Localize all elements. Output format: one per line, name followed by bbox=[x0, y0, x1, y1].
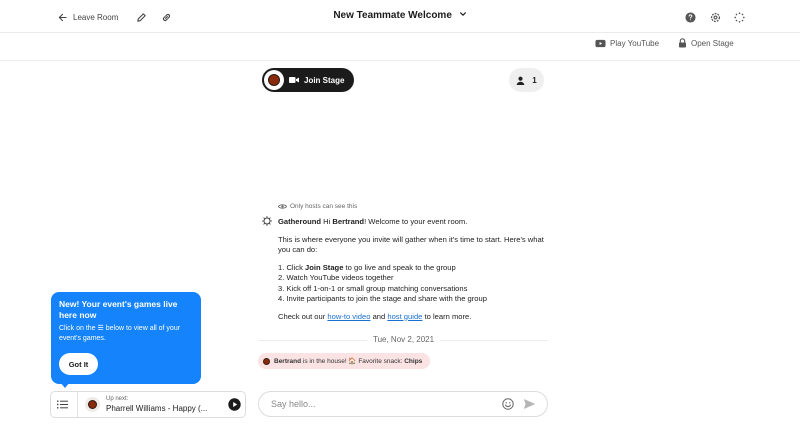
up-next-label: Up next: bbox=[106, 396, 129, 402]
avatar bbox=[264, 70, 284, 90]
send-icon[interactable] bbox=[523, 398, 536, 410]
list-item: 1. Click Join Stage to go live and speak… bbox=[278, 263, 550, 274]
room-title: New Teammate Welcome bbox=[333, 10, 452, 22]
up-next-song: Pharrell Williams - Happy (... bbox=[106, 404, 208, 413]
hosts-only-note: Only hosts can see this bbox=[278, 203, 357, 210]
list-icon[interactable] bbox=[57, 400, 68, 409]
tooltip-title: New! Your event's games live here now bbox=[59, 299, 178, 320]
list-item-bold: Join Stage bbox=[305, 262, 344, 272]
participants-button[interactable]: 1 bbox=[509, 68, 544, 92]
list-item: 3. Kick off 1-on-1 or small group matchi… bbox=[278, 283, 468, 293]
spinner-icon bbox=[733, 11, 745, 23]
welcome-message: Gatheround Hi Bertrand! Welcome to your … bbox=[278, 217, 550, 329]
host-guide-link[interactable]: host guide bbox=[387, 312, 422, 321]
loading-indicator bbox=[732, 10, 746, 24]
tooltip-body: Click on the ☰ below to view all of your… bbox=[59, 325, 181, 342]
open-stage-label: Open Stage bbox=[691, 38, 734, 48]
track-thumbnail bbox=[85, 397, 100, 412]
room-controls-bar: Play YouTube Open Stage bbox=[0, 33, 800, 61]
how-to-video-link[interactable]: how-to video bbox=[327, 312, 370, 321]
participant-count: 1 bbox=[532, 75, 537, 85]
play-icon[interactable] bbox=[228, 398, 241, 411]
lock-icon bbox=[679, 38, 686, 48]
list-item-text: 1. Click bbox=[278, 262, 306, 272]
greeting-name: Bertrand bbox=[332, 217, 365, 226]
list-item: 2. Watch YouTube videos together bbox=[278, 273, 394, 282]
person-icon bbox=[516, 76, 525, 85]
youtube-icon bbox=[595, 39, 606, 47]
got-it-button[interactable]: Got It bbox=[59, 353, 98, 375]
arrival-snack: Chips bbox=[404, 358, 423, 365]
eye-icon bbox=[278, 204, 287, 209]
avatar bbox=[263, 357, 270, 365]
play-youtube-label: Play YouTube bbox=[610, 38, 660, 48]
greeting-text-end: ! Welcome to your event room. bbox=[364, 217, 468, 226]
play-youtube-button[interactable]: Play YouTube bbox=[595, 36, 659, 50]
room-title-dropdown[interactable]: New Teammate Welcome bbox=[0, 10, 800, 21]
outro-post: to learn more. bbox=[422, 311, 472, 321]
feature-list: 1. Click Join Stage to go live and speak… bbox=[278, 263, 550, 305]
gatheround-logo-icon bbox=[262, 216, 272, 226]
gear-icon bbox=[710, 12, 720, 22]
divider bbox=[77, 392, 78, 417]
date-label: Tue, Nov 2, 2021 bbox=[367, 335, 441, 344]
arrival-text: Bertrand is in the house! 🏠 Favorite sna… bbox=[274, 357, 422, 365]
question-icon bbox=[684, 11, 696, 23]
hosts-note-text: Only hosts can see this bbox=[290, 203, 358, 210]
outro-pre: Check out our bbox=[278, 311, 328, 321]
games-tooltip: New! Your event's games live here now Cl… bbox=[51, 292, 201, 384]
outro-text: Check out our how-to video and host guid… bbox=[278, 312, 550, 323]
top-bar: Leave Room New Teammate Welcome bbox=[0, 0, 800, 33]
up-next-bar: Up next: Pharrell Williams - Happy (... bbox=[50, 391, 246, 418]
join-stage-button[interactable]: Join Stage bbox=[262, 68, 354, 92]
chevron-down-icon bbox=[459, 10, 467, 21]
arrival-name: Bertrand bbox=[274, 358, 302, 365]
intro-text: This is where everyone you invite will g… bbox=[278, 234, 544, 255]
chat-input[interactable] bbox=[271, 397, 491, 411]
settings-button[interactable] bbox=[708, 10, 722, 24]
list-item: 4. Invite participants to join the stage… bbox=[278, 294, 487, 303]
help-button[interactable] bbox=[683, 10, 697, 24]
outro-mid: and bbox=[370, 311, 388, 321]
welcome-line: Gatheround Hi Bertrand! Welcome to your … bbox=[278, 217, 550, 228]
list-item-text: to go live and speak to the group bbox=[343, 262, 456, 272]
open-stage-button[interactable]: Open Stage bbox=[678, 36, 734, 50]
video-camera-icon bbox=[289, 77, 299, 83]
greeting-text: Hi bbox=[321, 217, 333, 226]
tooltip-pointer bbox=[60, 382, 70, 388]
join-stage-label: Join Stage bbox=[304, 75, 345, 85]
arrival-message: Bertrand is in the house! 🏠 Favorite sna… bbox=[258, 353, 431, 369]
sender-name: Gatheround bbox=[278, 217, 322, 226]
emoji-icon[interactable] bbox=[502, 398, 514, 410]
arrival-body: is in the house! 🏠 Favorite snack: bbox=[301, 358, 405, 365]
